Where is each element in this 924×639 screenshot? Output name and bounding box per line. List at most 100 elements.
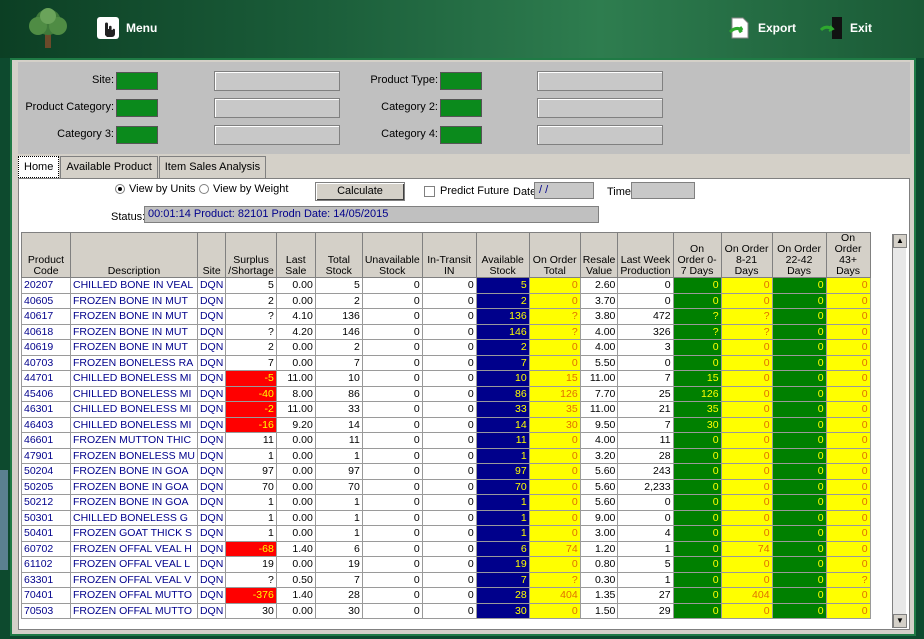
column-header[interactable]: Unavailable Stock: [361, 232, 423, 278]
category4-field[interactable]: [537, 125, 663, 145]
view-by-weight-radio[interactable]: View by Weight: [199, 183, 288, 195]
table-cell: 0: [771, 494, 827, 511]
table-row[interactable]: 50205 FROZEN BONE IN GOA DQN 70 0.00 70 0 0 70 0 5…: [21, 478, 871, 495]
table-cell: 146: [314, 323, 363, 340]
table-cell: 6: [475, 540, 530, 557]
table-cell: 0: [421, 463, 477, 480]
column-header[interactable]: On Order 8-21 Days: [720, 232, 773, 278]
vertical-scrollbar[interactable]: ▲ ▼: [892, 234, 907, 628]
column-header[interactable]: Total Stock: [314, 232, 363, 278]
scroll-down-icon[interactable]: ▼: [893, 614, 907, 628]
view-by-units-radio[interactable]: View by Units: [115, 183, 195, 195]
table-cell: 136: [314, 308, 363, 325]
table-row[interactable]: 46601 FROZEN MUTTON THIC DQN 11 0.00 11 0 0 11 0 4…: [21, 432, 871, 449]
table-cell: 0: [672, 587, 722, 604]
table-row[interactable]: 50204 FROZEN BONE IN GOA DQN 97 0.00 97 0 0 97 0 5…: [21, 463, 871, 480]
exit-button[interactable]: Exit: [820, 14, 872, 42]
category2-field[interactable]: [537, 98, 663, 118]
table-cell: 60702: [21, 540, 71, 557]
menu-button[interactable]: Menu: [96, 14, 157, 42]
site-field[interactable]: [214, 71, 340, 91]
category3-field[interactable]: [214, 125, 340, 145]
table-cell: 0: [771, 323, 827, 340]
column-header[interactable]: Resale Value: [579, 232, 619, 278]
category2-selector[interactable]: [440, 99, 482, 117]
scroll-up-icon[interactable]: ▲: [893, 234, 907, 248]
column-header[interactable]: On Order 22-42 Days: [771, 232, 827, 278]
table-cell: CHILLED BONELESS MI: [70, 416, 198, 433]
column-header[interactable]: In-Transit IN: [421, 232, 477, 278]
table-cell: DQN: [196, 556, 227, 573]
table-cell: 40619: [21, 339, 71, 356]
tab-home[interactable]: Home: [18, 156, 60, 178]
table-row[interactable]: 50212 FROZEN BONE IN GOA DQN 1 0.00 1 0 0 1 0 5.60…: [21, 494, 871, 511]
time-field[interactable]: [631, 182, 695, 199]
table-cell: FROZEN OFFAL MUTTO: [70, 587, 198, 604]
table-cell: 33: [314, 401, 363, 418]
category4-selector[interactable]: [440, 126, 482, 144]
table-cell: 0: [771, 587, 827, 604]
table-row[interactable]: 45406 CHILLED BONELESS MI DQN -40 8.00 86 0 0 86…: [21, 385, 871, 402]
status-field: 00:01:14 Product: 82101 Prodn Date: 14/0…: [144, 206, 599, 223]
table-cell: 40605: [21, 292, 71, 309]
export-button[interactable]: Export: [728, 14, 796, 42]
site-selector[interactable]: [116, 72, 158, 90]
table-row[interactable]: 40618 FROZEN BONE IN MUT DQN? 4.20 146 0 0 146?…: [21, 323, 871, 340]
table-row[interactable]: 61102 FROZEN OFFAL VEAL L DQN 19 0.00 19 0 0 19 0…: [21, 556, 871, 573]
column-header[interactable]: Product Code: [21, 232, 71, 278]
table-row[interactable]: 20207 CHILLED BONE IN VEAL DQN 5 0.00 5 0 0 5 0 2.…: [21, 277, 871, 294]
product-type-label: Product Type:: [370, 74, 438, 86]
product-type-selector[interactable]: [440, 72, 482, 90]
product-type-field[interactable]: [537, 71, 663, 91]
table-row[interactable]: 50401 FROZEN GOAT THICK S DQN 1 0.00 1 0 0 1 0 3.0…: [21, 525, 871, 542]
table-row[interactable]: 70503 FROZEN OFFAL MUTTO DQN 30 0.00 30 0 0 30 0 1…: [21, 602, 871, 619]
filter-panel: Site: Product Category: Category 3: Prod…: [18, 62, 910, 154]
table-cell: 0: [421, 339, 477, 356]
table-cell: CHILLED BONELESS MI: [70, 401, 198, 418]
table-row[interactable]: 46301 CHILLED BONELESS MI DQN -2 11.00 33 0 0 33…: [21, 401, 871, 418]
column-header[interactable]: On Order 43+ Days: [825, 232, 871, 278]
calculate-button[interactable]: Calculate: [315, 182, 405, 201]
tab-available-product[interactable]: Available Product: [60, 156, 158, 178]
table-row[interactable]: 70401 FROZEN OFFAL MUTTO DQN -376 1.40 28 0 0 28…: [21, 587, 871, 604]
table-row[interactable]: 44701 CHILLED BONELESS MI DQN -5 11.00 10 0 0 10…: [21, 370, 871, 387]
table-cell: 0: [361, 401, 423, 418]
column-header[interactable]: Available Stock: [475, 232, 530, 278]
product-category-field[interactable]: [214, 98, 340, 118]
product-category-selector[interactable]: [116, 99, 158, 117]
table-row[interactable]: 47901 FROZEN BONELESS MU DQN 1 0.00 1 0 0 1 0 3.20…: [21, 447, 871, 464]
table-cell: 0: [672, 602, 722, 619]
column-header[interactable]: Description: [70, 232, 198, 278]
table-cell: 243: [617, 463, 674, 480]
table-cell: 50401: [21, 525, 71, 542]
table-row[interactable]: 60702 FROZEN OFFAL VEAL H DQN -68 1.40 6 0 0 6 74…: [21, 540, 871, 557]
table-cell: 0: [528, 509, 581, 526]
column-header[interactable]: Last Sale: [275, 232, 316, 278]
table-cell: 30: [314, 602, 363, 619]
table-cell: 50205: [21, 478, 71, 495]
table-row[interactable]: 63301 FROZEN OFFAL VEAL V DQN? 0.50 7 0 0 7? 0.3…: [21, 571, 871, 588]
date-field[interactable]: / /: [534, 182, 594, 199]
table-row[interactable]: 40703 FROZEN BONELESS RA DQN 7 0.00 7 0 0 7 0 5.50…: [21, 354, 871, 371]
column-header[interactable]: Site: [196, 232, 227, 278]
table-cell: 0: [361, 463, 423, 480]
column-header[interactable]: Last Week Production: [617, 232, 674, 278]
table-cell: DQN: [196, 602, 227, 619]
table-row[interactable]: 40619 FROZEN BONE IN MUT DQN 2 0.00 2 0 0 2 0 4.00…: [21, 339, 871, 356]
tab-item-sales-analysis[interactable]: Item Sales Analysis: [158, 156, 267, 178]
table-row[interactable]: 40617 FROZEN BONE IN MUT DQN? 4.10 136 0 0 136?…: [21, 308, 871, 325]
predict-future-checkbox[interactable]: Predict Future: [424, 185, 509, 197]
table-cell: 0: [361, 277, 423, 294]
table-row[interactable]: 50301 CHILLED BONELESS G DQN 1 0.00 1 0 0 1 0 9.00…: [21, 509, 871, 526]
table-cell: 0: [825, 509, 871, 526]
table-cell: 0: [720, 447, 773, 464]
table-cell: 0: [825, 339, 871, 356]
column-header[interactable]: On Order 0-7 Days: [672, 232, 722, 278]
table-cell: 0.00: [275, 478, 316, 495]
column-header[interactable]: On Order Total: [528, 232, 581, 278]
table-row[interactable]: 46403 CHILLED BONELESS MI DQN -16 9.20 14 0 0 14…: [21, 416, 871, 433]
table-cell: 7: [617, 416, 674, 433]
column-header[interactable]: Surplus /Shortage: [225, 232, 277, 278]
table-row[interactable]: 40605 FROZEN BONE IN MUT DQN 2 0.00 2 0 0 2 0 3.70…: [21, 292, 871, 309]
category3-selector[interactable]: [116, 126, 158, 144]
